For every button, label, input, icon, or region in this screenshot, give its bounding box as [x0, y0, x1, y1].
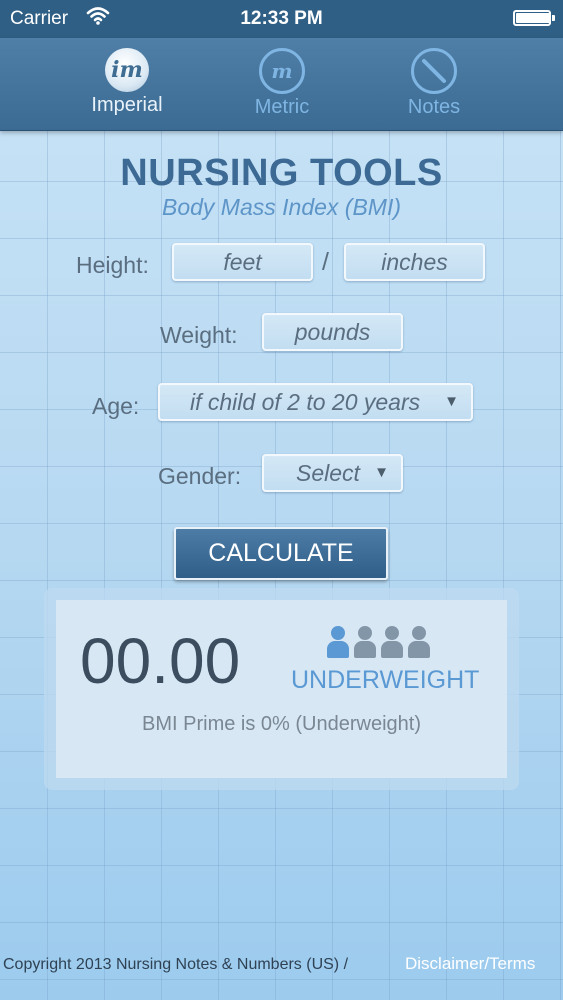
weight-category-icons	[326, 626, 436, 660]
inches-input[interactable]	[344, 243, 485, 281]
page-subtitle: Body Mass Index (BMI)	[161, 194, 402, 220]
battery-icon	[513, 10, 555, 26]
battery-level	[516, 13, 550, 23]
footer: Copyright 2013 Nursing Notes & Numbers (…	[0, 953, 563, 977]
feet-input[interactable]	[172, 243, 313, 281]
tab-imperial-label: Imperial	[91, 94, 163, 116]
bmi-prime-text: BMI Prime is 0% (Underweight)	[142, 713, 421, 735]
tab-metric[interactable]: m Metric	[222, 48, 342, 128]
tab-notes-label: Notes	[407, 96, 461, 118]
pounds-input[interactable]	[262, 313, 403, 351]
status-bar: Carrier 12:33 PM	[0, 0, 563, 38]
height-label: Height:	[76, 252, 149, 278]
tab-imperial[interactable]: im Imperial	[67, 48, 187, 128]
person-icon	[326, 626, 350, 660]
tab-notes[interactable]: Notes	[374, 48, 494, 128]
copyright-text: Copyright 2013 Nursing Notes & Numbers (…	[3, 956, 349, 973]
person-icon	[407, 626, 431, 660]
metric-icon: m	[259, 48, 305, 94]
weight-label: Weight:	[160, 322, 238, 348]
person-icon	[353, 626, 377, 660]
triangle-down-icon: ▼	[444, 393, 459, 410]
triangle-down-icon: ▼	[374, 464, 389, 481]
height-separator: /	[322, 248, 329, 276]
pencil-icon	[411, 48, 457, 94]
tab-bar: im Imperial m Metric Notes	[0, 38, 563, 131]
bmi-value: 00.00	[80, 625, 241, 697]
age-select-value: if child of 2 to 20 years	[190, 389, 421, 415]
clock-time: 12:33 PM	[240, 8, 323, 29]
disclaimer-link[interactable]: Disclaimer/Terms	[405, 954, 535, 974]
calculate-button[interactable]: CALCULATE	[174, 527, 388, 580]
gender-select[interactable]: Select ▼	[262, 454, 403, 492]
page-title: NURSING TOOLS	[120, 152, 443, 194]
gender-select-value: Select	[296, 460, 360, 486]
bmi-category: UNDERWEIGHT	[291, 666, 480, 694]
age-select[interactable]: if child of 2 to 20 years ▼	[158, 383, 473, 421]
age-label: Age:	[92, 393, 140, 419]
person-icon	[380, 626, 404, 660]
tab-metric-label: Metric	[254, 96, 310, 118]
gender-label: Gender:	[158, 463, 242, 489]
imperial-icon: im	[105, 48, 149, 92]
